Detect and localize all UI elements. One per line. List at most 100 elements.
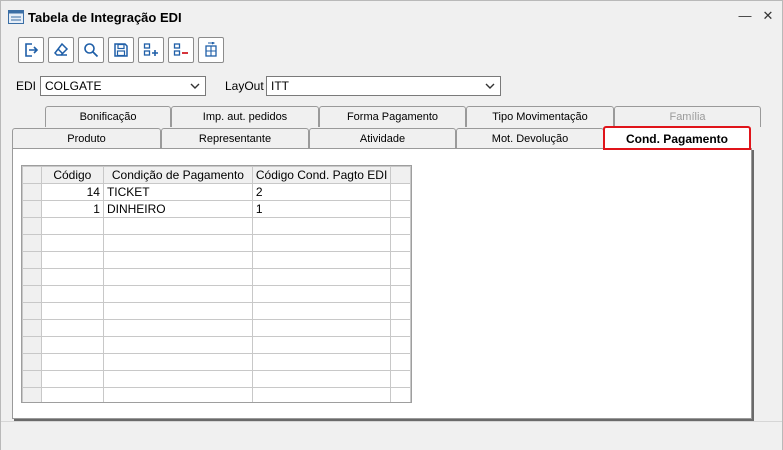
cell-codigo[interactable]	[40, 302, 104, 320]
row-indicator[interactable]	[22, 251, 42, 269]
cell-filler	[390, 251, 411, 269]
row-indicator[interactable]	[22, 370, 42, 388]
cell-codigo-edi[interactable]	[251, 251, 392, 269]
cell-codigo-edi[interactable]	[251, 302, 392, 320]
table-row-empty[interactable]	[22, 336, 411, 354]
table-row-empty[interactable]	[22, 353, 411, 371]
search-button[interactable]	[78, 37, 104, 63]
tab-cond-pagamento[interactable]: Cond. Pagamento	[603, 126, 751, 150]
row-indicator[interactable]	[22, 234, 42, 252]
cell-codigo-edi[interactable]	[251, 268, 392, 286]
tab-produto[interactable]: Produto	[12, 128, 161, 149]
clear-button[interactable]	[48, 37, 74, 63]
cell-codigo[interactable]	[40, 285, 104, 303]
cell-codigo[interactable]	[40, 353, 104, 371]
cell-codigo[interactable]	[40, 234, 104, 252]
table-row[interactable]: 14 TICKET 2	[22, 183, 411, 201]
tab-mot-devolucao[interactable]: Mot. Devolução	[456, 128, 604, 149]
minimize-button[interactable]: —	[738, 9, 752, 23]
eraser-icon	[54, 42, 69, 56]
cell-condicao[interactable]: DINHEIRO	[102, 200, 253, 218]
cell-codigo[interactable]: 14	[40, 183, 104, 201]
column-header-condicao[interactable]: Condição de Pagamento	[102, 166, 253, 184]
layout-select[interactable]: ITT	[266, 76, 501, 96]
cell-condicao[interactable]	[102, 319, 253, 337]
cell-filler	[390, 370, 411, 388]
cell-codigo-edi[interactable]	[251, 336, 392, 354]
save-icon	[114, 43, 128, 57]
tab-forma-pagamento[interactable]: Forma Pagamento	[319, 106, 466, 127]
filler-header	[390, 166, 411, 184]
cell-codigo-edi[interactable]	[251, 234, 392, 252]
tab-imp-aut-pedidos[interactable]: Imp. aut. pedidos	[171, 106, 319, 127]
table-row[interactable]: 1 DINHEIRO 1	[22, 200, 411, 218]
table-row-empty[interactable]	[22, 370, 411, 388]
cell-codigo-edi[interactable]	[251, 370, 392, 388]
cond-pagamento-grid[interactable]: Código Condição de Pagamento Código Cond…	[21, 165, 412, 403]
cell-codigo-edi[interactable]: 1	[251, 200, 392, 218]
table-row-empty[interactable]	[22, 217, 411, 235]
table-row-empty[interactable]	[22, 387, 411, 402]
column-header-codigo[interactable]: Código	[40, 166, 104, 184]
edi-select[interactable]: COLGATE	[40, 76, 206, 96]
tab-tipo-movimentacao[interactable]: Tipo Movimentação	[466, 106, 614, 127]
column-header-codigo-edi[interactable]: Código Cond. Pagto EDI	[251, 166, 392, 184]
table-row-empty[interactable]	[22, 302, 411, 320]
cell-condicao[interactable]	[102, 353, 253, 371]
cell-codigo[interactable]	[40, 336, 104, 354]
row-indicator[interactable]	[22, 336, 42, 354]
cell-filler	[390, 268, 411, 286]
row-indicator[interactable]	[22, 183, 42, 201]
row-indicator[interactable]	[22, 285, 42, 303]
edi-integration-window: Tabela de Integração EDI — ✕ EDI COLGATE…	[0, 0, 783, 450]
row-indicator[interactable]	[22, 302, 42, 320]
cell-codigo[interactable]: 1	[40, 200, 104, 218]
table-row-empty[interactable]	[22, 319, 411, 337]
row-indicator[interactable]	[22, 353, 42, 371]
move-rows-button[interactable]	[198, 37, 224, 63]
cell-condicao[interactable]	[102, 302, 253, 320]
cell-codigo-edi[interactable]	[251, 319, 392, 337]
cell-codigo[interactable]	[40, 268, 104, 286]
table-row-empty[interactable]	[22, 234, 411, 252]
edi-select-value: COLGATE	[45, 79, 102, 93]
cell-filler	[390, 217, 411, 235]
exit-button[interactable]	[18, 37, 44, 63]
cell-condicao[interactable]	[102, 251, 253, 269]
table-row-empty[interactable]	[22, 251, 411, 269]
cell-codigo[interactable]	[40, 370, 104, 388]
cell-condicao[interactable]	[102, 336, 253, 354]
cell-condicao[interactable]	[102, 285, 253, 303]
cell-codigo-edi[interactable]: 2	[251, 183, 392, 201]
cell-codigo-edi[interactable]	[251, 285, 392, 303]
row-indicator[interactable]	[22, 268, 42, 286]
search-icon	[84, 43, 99, 58]
tab-representante[interactable]: Representante	[161, 128, 309, 149]
row-indicator[interactable]	[22, 217, 42, 235]
table-row-empty[interactable]	[22, 285, 411, 303]
add-row-button[interactable]	[138, 37, 164, 63]
cell-condicao[interactable]	[102, 370, 253, 388]
cell-condicao[interactable]	[102, 217, 253, 235]
window-title: Tabela de Integração EDI	[28, 10, 182, 25]
cell-codigo-edi[interactable]	[251, 387, 392, 402]
tab-bonificacao[interactable]: Bonificação	[45, 106, 171, 127]
cell-codigo[interactable]	[40, 251, 104, 269]
cell-codigo[interactable]	[40, 319, 104, 337]
row-indicator[interactable]	[22, 319, 42, 337]
remove-row-button[interactable]	[168, 37, 194, 63]
row-indicator[interactable]	[22, 387, 42, 402]
cell-codigo-edi[interactable]	[251, 217, 392, 235]
cell-condicao[interactable]	[102, 387, 253, 402]
table-row-empty[interactable]	[22, 268, 411, 286]
save-button[interactable]	[108, 37, 134, 63]
cell-condicao[interactable]	[102, 268, 253, 286]
row-indicator[interactable]	[22, 200, 42, 218]
cell-codigo[interactable]	[40, 387, 104, 402]
tab-atividade[interactable]: Atividade	[309, 128, 456, 149]
close-button[interactable]: ✕	[761, 9, 775, 23]
cell-condicao[interactable]: TICKET	[102, 183, 253, 201]
cell-condicao[interactable]	[102, 234, 253, 252]
cell-codigo-edi[interactable]	[251, 353, 392, 371]
cell-codigo[interactable]	[40, 217, 104, 235]
